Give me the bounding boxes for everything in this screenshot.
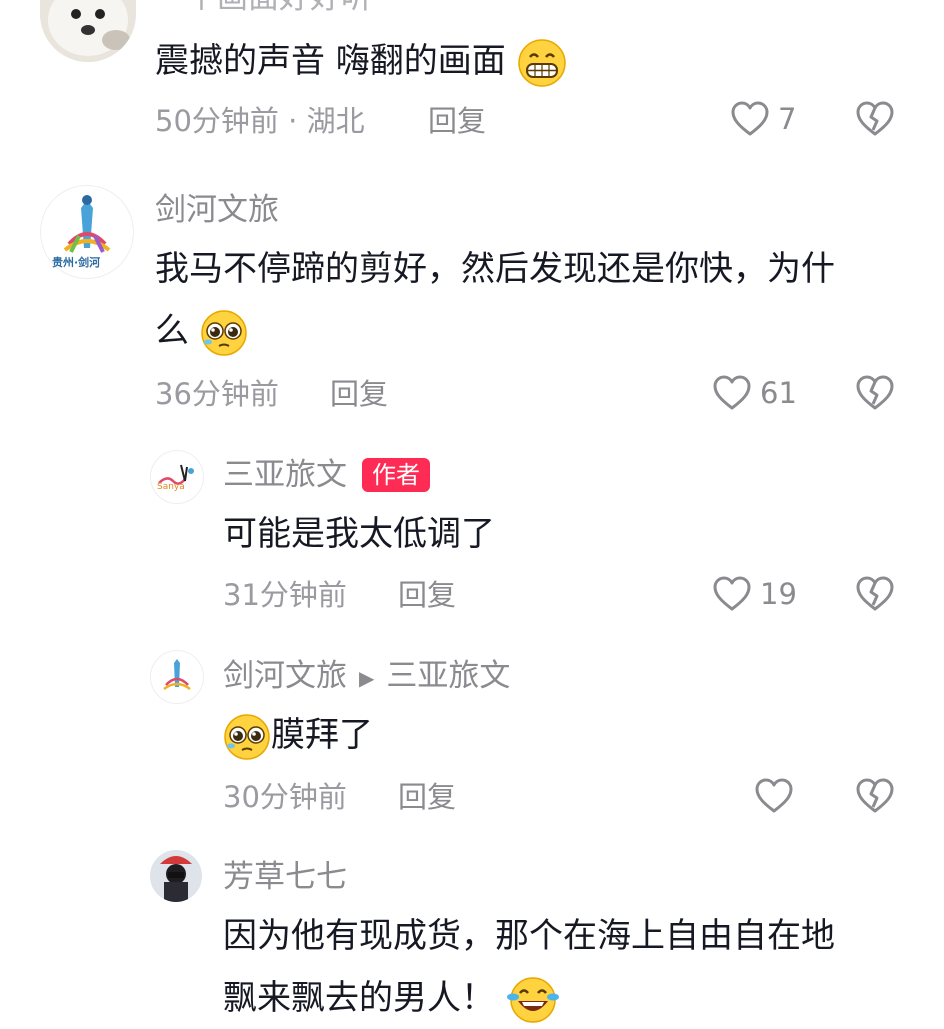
comment-time: 31分钟前 — [223, 578, 347, 612]
comment-text: 可能是我太低调了 — [223, 514, 495, 554]
broken-heart-icon — [856, 101, 894, 136]
reply-button[interactable]: 回复 — [330, 374, 388, 414]
comment-text: 膜拜了 — [223, 704, 373, 766]
heart-outline-icon — [713, 576, 751, 611]
comment-meta: 50分钟前 · 湖北 — [155, 101, 365, 141]
comment-username[interactable]: 芳草七七 — [223, 857, 347, 897]
heart-outline-icon — [713, 375, 751, 410]
comment-location: 湖北 — [306, 104, 365, 138]
broken-heart-icon — [856, 375, 894, 410]
reply-button[interactable]: 回复 — [398, 575, 456, 615]
like-count: 19 — [760, 577, 797, 611]
avatar[interactable] — [150, 850, 202, 902]
comment-text: 因为他有现成货，那个在海上自由自在地 飘来飘去的男人！ — [223, 905, 923, 1029]
comment-time: 36分钟前 — [155, 377, 279, 411]
svg-text:Sanya: Sanya — [157, 482, 185, 492]
comment-time: 50分钟前 — [155, 104, 279, 138]
pleading-face-emoji-icon — [201, 309, 247, 356]
comment-username[interactable]: 一个画面好好听 — [155, 0, 372, 18]
like-button[interactable] — [754, 777, 802, 815]
comment-text-line: 么 — [155, 300, 915, 362]
comment-username[interactable]: 三亚旅文 — [223, 455, 347, 495]
avatar[interactable] — [40, 0, 136, 62]
broken-heart-icon — [856, 778, 894, 813]
tears-of-joy-emoji-icon — [506, 976, 559, 1023]
dislike-button[interactable] — [855, 374, 895, 412]
comment-time: 30分钟前 — [223, 780, 347, 814]
avatar[interactable]: Sanya — [150, 450, 204, 504]
triangle-right-icon: ▶ — [359, 665, 375, 690]
grin-emoji-icon — [517, 38, 566, 87]
reply-to-username[interactable]: 三亚旅文 — [386, 658, 510, 694]
comment-text-line: 我马不停蹄的剪好，然后发现还是你快，为什 — [155, 249, 835, 289]
comment-text: 我马不停蹄的剪好，然后发现还是你快，为什 么 — [155, 238, 915, 362]
comment-text-line: 飘来飘去的男人！ — [223, 967, 923, 1029]
dislike-button[interactable] — [855, 777, 895, 815]
author-badge: 作者 — [362, 458, 430, 492]
reply-button[interactable]: 回复 — [398, 777, 456, 817]
avatar[interactable] — [150, 650, 204, 704]
reply-button[interactable]: 回复 — [428, 101, 486, 141]
broken-heart-icon — [856, 576, 894, 611]
comment-text: 震撼的声音 嗨翻的画面 — [155, 30, 567, 92]
comment-username[interactable]: 剑河文旅 — [155, 190, 279, 230]
dislike-button[interactable] — [855, 575, 895, 613]
comment-username: 剑河文旅 ▶ 三亚旅文 — [223, 656, 510, 698]
like-count: 7 — [778, 102, 797, 136]
pleading-face-emoji-icon — [224, 713, 270, 760]
reply-username[interactable]: 剑河文旅 — [223, 658, 347, 694]
like-button[interactable]: 61 — [712, 374, 797, 412]
meta-separator: · — [288, 104, 307, 138]
like-count: 61 — [760, 376, 797, 410]
like-button[interactable]: 7 — [730, 100, 796, 138]
dislike-button[interactable] — [855, 100, 895, 138]
heart-outline-icon — [755, 778, 793, 813]
heart-outline-icon — [731, 101, 769, 136]
like-button[interactable]: 19 — [712, 575, 797, 613]
comment-text-line: 因为他有现成货，那个在海上自由自在地 — [223, 916, 835, 956]
avatar-caption: 贵州·剑河 — [52, 256, 101, 269]
